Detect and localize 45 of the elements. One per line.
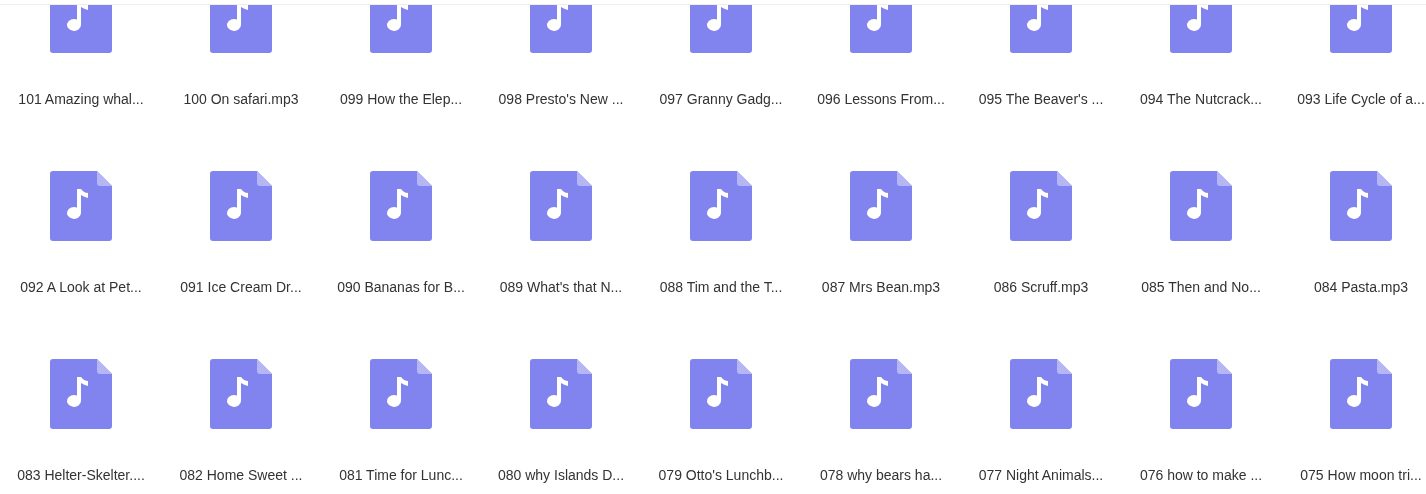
- file-name[interactable]: 088 Tim and the T...: [659, 277, 783, 297]
- audio-file-icon: [690, 171, 752, 241]
- file-name[interactable]: 085 Then and No...: [1141, 277, 1261, 297]
- file-name[interactable]: 087 Mrs Bean.mp3: [821, 277, 941, 297]
- file-name[interactable]: 075 How moon tri...: [1300, 465, 1422, 485]
- file-name[interactable]: 090 Bananas for B...: [337, 277, 465, 297]
- audio-file-icon: [1330, 359, 1392, 429]
- audio-file-icon: [50, 359, 112, 429]
- file-name[interactable]: 080 why Islands D...: [497, 465, 625, 485]
- file-name[interactable]: 086 Scruff.mp3: [993, 277, 1089, 297]
- file-name[interactable]: 089 What's that N...: [499, 277, 623, 297]
- audio-file-icon: [210, 171, 272, 241]
- audio-file-icon: [1330, 171, 1392, 241]
- file-name[interactable]: 084 Pasta.mp3: [1313, 277, 1409, 297]
- file-name[interactable]: 079 Otto's Lunchb...: [658, 465, 784, 485]
- audio-file-icon: [690, 359, 752, 429]
- file-name[interactable]: 076 how to make ...: [1139, 465, 1263, 485]
- file-name[interactable]: 094 The Nutcrack...: [1140, 89, 1262, 109]
- file-name[interactable]: 097 Granny Gadg...: [659, 89, 783, 109]
- file-name[interactable]: 098 Presto's New ...: [498, 89, 624, 109]
- audio-file-icon: [1010, 171, 1072, 241]
- file-name[interactable]: 078 why bears ha...: [819, 465, 943, 485]
- audio-file-icon: [210, 359, 272, 429]
- file-name[interactable]: 081 Time for Lunc...: [339, 465, 463, 485]
- audio-file-icon: [850, 359, 912, 429]
- audio-file-icon: [530, 359, 592, 429]
- file-name[interactable]: 099 How the Elep...: [339, 89, 463, 109]
- file-name[interactable]: 100 On safari.mp3: [183, 89, 299, 109]
- audio-file-icon: [850, 171, 912, 241]
- file-name[interactable]: 077 Night Animals...: [978, 465, 1104, 485]
- file-name[interactable]: 093 Life Cycle of a...: [1297, 89, 1425, 109]
- audio-file-icon: [1010, 359, 1072, 429]
- audio-file-icon: [1170, 359, 1232, 429]
- audio-file-icon: [1170, 171, 1232, 241]
- audio-file-icon: [50, 171, 112, 241]
- file-name[interactable]: 101 Amazing whal...: [18, 89, 144, 109]
- file-name[interactable]: 082 Home Sweet ...: [179, 465, 303, 485]
- file-name[interactable]: 096 Lessons From...: [817, 89, 945, 109]
- file-name[interactable]: 095 The Beaver's ...: [978, 89, 1104, 109]
- file-name[interactable]: 092 A Look at Pet...: [20, 277, 142, 297]
- file-name[interactable]: 091 Ice Cream Dr...: [180, 277, 302, 297]
- audio-file-icon: [370, 359, 432, 429]
- audio-file-icon: [530, 171, 592, 241]
- audio-file-icon: [370, 171, 432, 241]
- file-name[interactable]: 083 Helter-Skelter....: [17, 465, 145, 485]
